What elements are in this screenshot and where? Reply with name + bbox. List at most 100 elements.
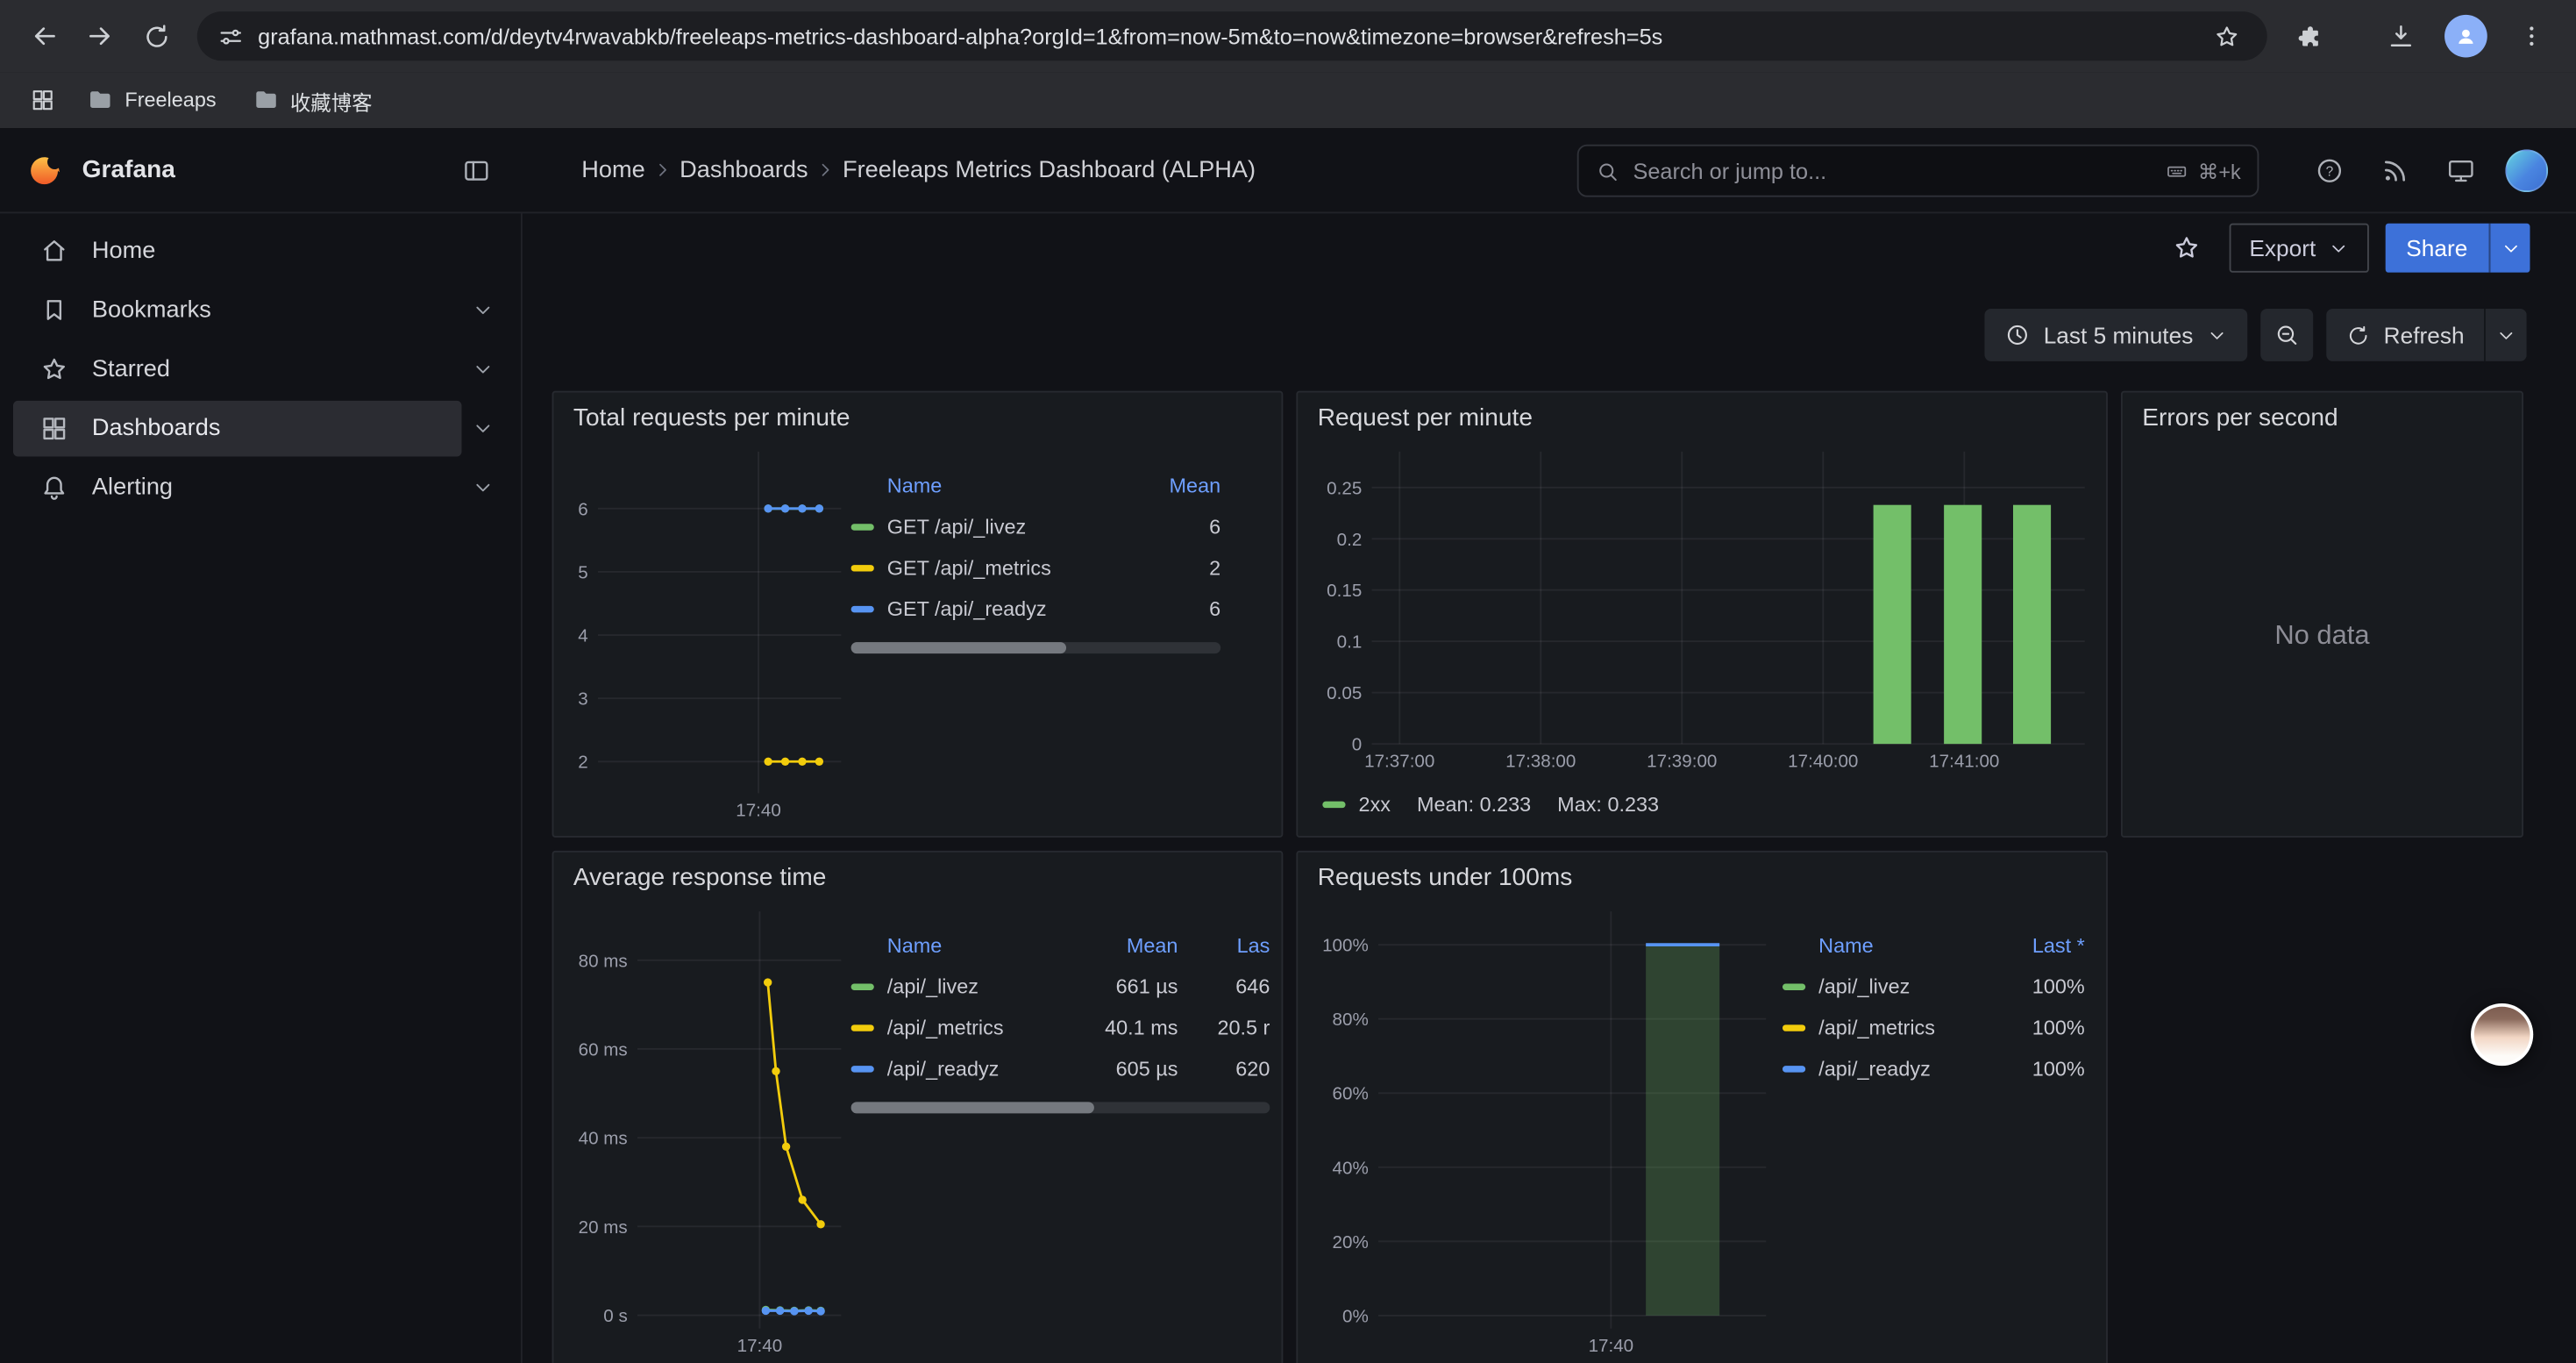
share-menu-button[interactable]	[2489, 224, 2530, 273]
legend-header-name[interactable]: Name	[851, 474, 1122, 496]
help-icon: ?	[2315, 156, 2345, 186]
panel-title[interactable]: Request per minute	[1298, 392, 2106, 445]
series-name[interactable]: /api/_livez	[1818, 974, 1910, 997]
series-name[interactable]: /api/_readyz	[887, 1057, 1000, 1080]
refresh-interval-button[interactable]	[2484, 309, 2527, 361]
legend-value-cell: 2	[1122, 556, 1220, 579]
favorite-star-button[interactable]	[2160, 222, 2213, 275]
browser-menu-button[interactable]	[2504, 8, 2560, 64]
zoom-out-button[interactable]	[2260, 309, 2313, 361]
sidebar-item-dashboards[interactable]: Dashboards	[13, 401, 504, 457]
export-button[interactable]: Export	[2230, 224, 2368, 273]
nav-brand-section: Grafana	[0, 144, 523, 196]
chevron-down-icon[interactable]	[462, 417, 505, 440]
sidebar-item-starred[interactable]: Starred	[13, 341, 504, 397]
series-marker	[1783, 1065, 1805, 1071]
chevron-down-icon[interactable]	[462, 476, 505, 499]
svg-text:20%: 20%	[1333, 1232, 1369, 1252]
panel-request-per-minute: Request per minute 0.250.20.150.10.05017…	[1296, 391, 2108, 838]
svg-text:5: 5	[578, 562, 587, 582]
legend-scrollbar-thumb[interactable]	[851, 1102, 1094, 1113]
refresh-button[interactable]: Refresh	[2326, 309, 2484, 361]
panel-title[interactable]: Total requests per minute	[553, 392, 1281, 445]
legend-name-cell: /api/_metrics	[1783, 1016, 1993, 1038]
downloads-button[interactable]	[2373, 8, 2429, 64]
share-split-button: Share	[2385, 224, 2530, 273]
grafana-logo[interactable]	[26, 152, 62, 188]
extensions-button[interactable]	[2281, 8, 2337, 64]
time-range-picker[interactable]: Last 5 minutes	[1984, 309, 2247, 361]
breadcrumb-dashboards[interactable]: Dashboards	[680, 157, 808, 183]
legend-scrollbar-thumb[interactable]	[851, 642, 1066, 653]
chevron-down-icon[interactable]	[462, 358, 505, 381]
share-button[interactable]: Share	[2385, 224, 2489, 273]
bookmark-star-button[interactable]	[2205, 15, 2248, 58]
legend-header-las[interactable]: Las	[1178, 933, 1270, 956]
panel-left-icon	[462, 155, 492, 185]
back-button[interactable]	[17, 8, 73, 64]
help-button[interactable]: ?	[2303, 145, 2356, 197]
panel-title[interactable]: Average response time	[553, 853, 1281, 905]
bookmark-folder-freeleaps[interactable]: Freeleaps	[72, 82, 231, 118]
chevron-down-icon	[2495, 325, 2516, 346]
panel-title[interactable]: Requests under 100ms	[1298, 853, 2106, 905]
svg-text:17:41:00: 17:41:00	[1929, 751, 1999, 771]
legend-header-name[interactable]: Name	[1783, 933, 1993, 956]
sidebar-item-home[interactable]: Home	[13, 224, 504, 280]
folder-icon	[87, 87, 113, 113]
screen: grafana.mathmast.com/d/deytv4rwavabkb/fr…	[0, 0, 2576, 1363]
series-name[interactable]: 2xx	[1359, 793, 1391, 816]
legend-table: NameLast * /api/_livez 100% /api/_metrics10…	[1783, 905, 2095, 1363]
grafana-app: Grafana Home Dashboards Freeleaps Metric…	[0, 128, 2576, 1363]
series-name[interactable]: GET /api/_readyz	[887, 597, 1047, 620]
legend-scrollbar[interactable]	[851, 642, 1221, 653]
puzzle-icon	[2293, 20, 2324, 52]
user-profile-button[interactable]	[2501, 145, 2553, 197]
legend-header-mean[interactable]: Mean	[1122, 474, 1220, 496]
url-input[interactable]: grafana.mathmast.com/d/deytv4rwavabkb/fr…	[258, 24, 2191, 48]
breadcrumb-home[interactable]: Home	[581, 157, 644, 183]
search-shortcut: ⌘+k	[2164, 159, 2241, 183]
chevron-down-icon[interactable]	[462, 299, 505, 322]
chevron-down-icon	[2206, 325, 2227, 346]
kiosk-mode-button[interactable]	[2435, 145, 2487, 197]
search-input[interactable]: Search or jump to... ⌘+k	[1577, 145, 2259, 197]
legend-header-mean[interactable]: Mean	[1073, 933, 1178, 956]
profile-button[interactable]	[2438, 8, 2494, 64]
legend-value-cell: 100%	[1993, 1057, 2085, 1080]
sidebar-item-alerting[interactable]: Alerting	[13, 460, 504, 516]
svg-text:2: 2	[578, 753, 587, 773]
time-series-chart[interactable]: 6543217:40	[566, 445, 851, 825]
series-name[interactable]: /api/_metrics	[1818, 1016, 1935, 1038]
series-name[interactable]: /api/_metrics	[887, 1016, 1004, 1038]
sidebar-item-label: Alerting	[92, 475, 173, 501]
bar-chart[interactable]: 100%80%60%40%20%0%17:40	[1309, 905, 1775, 1363]
series-name[interactable]: /api/_readyz	[1818, 1057, 1931, 1080]
legend-row: GET /api/_livez6	[851, 506, 1221, 547]
legend-value-cell: 605 µs	[1073, 1057, 1178, 1080]
reload-button[interactable]	[128, 8, 184, 64]
series-marker	[851, 1024, 874, 1030]
apps-grid-button[interactable]	[19, 77, 65, 123]
assistant-avatar-button[interactable]	[2471, 1003, 2533, 1066]
panel-title[interactable]: Errors per second	[2123, 392, 2522, 445]
legend-header-last-[interactable]: Last *	[1993, 933, 2085, 956]
legend-scrollbar[interactable]	[851, 1102, 1270, 1113]
bookmark-folder-blogs[interactable]: 收藏博客	[238, 80, 388, 121]
profile-avatar-icon	[2444, 15, 2487, 58]
legend-row: /api/_metrics100%	[1783, 1007, 2085, 1048]
sidebar-item-bookmarks[interactable]: Bookmarks	[13, 282, 504, 339]
time-series-chart[interactable]: 80 ms60 ms40 ms20 ms0 s17:40	[566, 905, 851, 1363]
legend-header-name[interactable]: Name	[851, 933, 1073, 956]
series-name[interactable]: GET /api/_livez	[887, 515, 1026, 538]
keyboard-icon	[2164, 161, 2190, 182]
legend-value-cell: 620	[1178, 1057, 1270, 1080]
url-bar[interactable]: grafana.mathmast.com/d/deytv4rwavabkb/fr…	[197, 11, 2267, 61]
news-button[interactable]	[2369, 145, 2422, 197]
dock-sidebar-button[interactable]	[450, 144, 502, 196]
series-name[interactable]: GET /api/_metrics	[887, 556, 1051, 579]
forward-button[interactable]	[72, 8, 128, 64]
bar-chart[interactable]: 0.250.20.150.10.05017:37:0017:38:0017:39…	[1309, 445, 2095, 783]
legend-row: /api/_livez661 µs646	[851, 966, 1270, 1007]
series-name[interactable]: /api/_livez	[887, 974, 978, 997]
